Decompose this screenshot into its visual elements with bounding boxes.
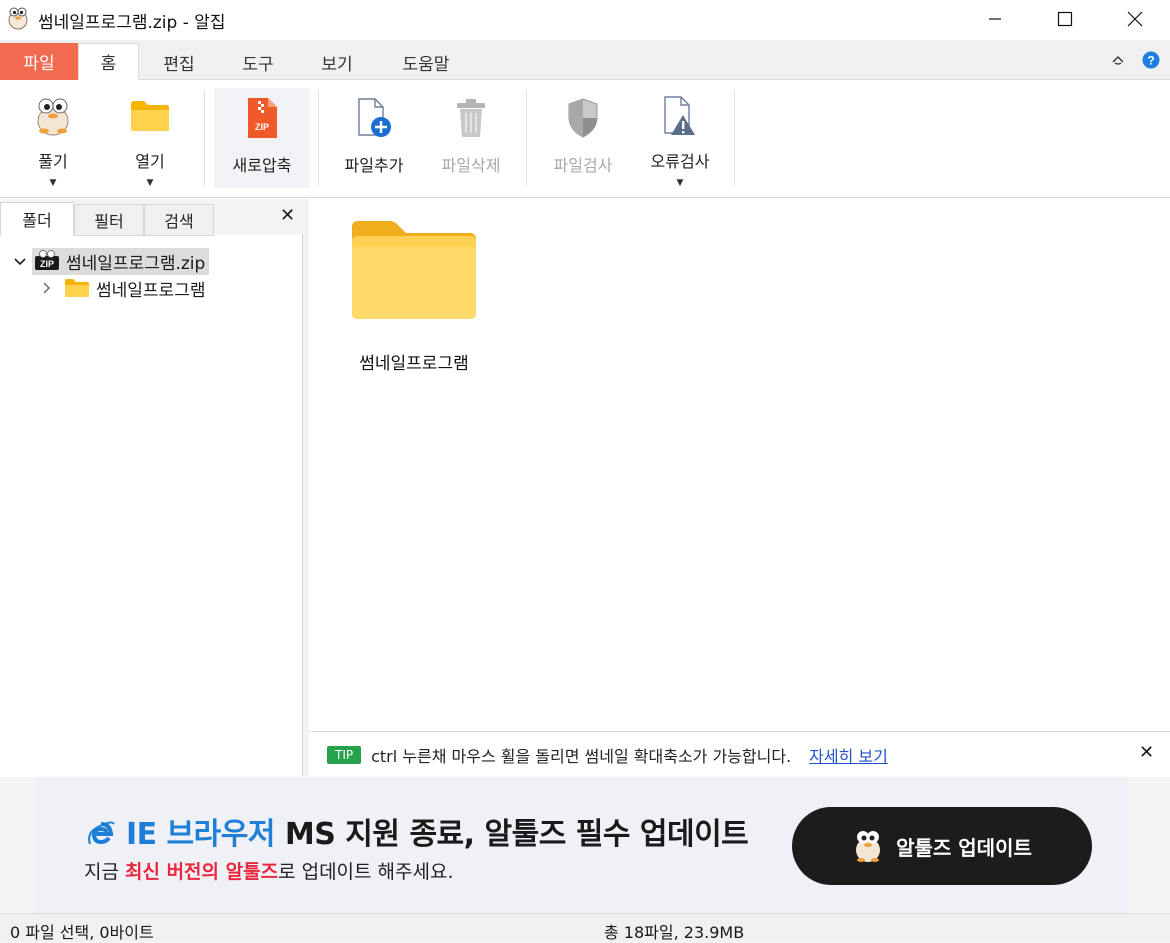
- ad-headline-blue: IE 브라우저: [125, 817, 276, 852]
- close-window-button[interactable]: [1100, 0, 1170, 38]
- chevron-right-icon[interactable]: [40, 280, 54, 296]
- open-button[interactable]: 열기 ▼: [104, 88, 196, 188]
- new-compress-label: 새로압축: [232, 156, 292, 175]
- tree-folder-label: 썸네일프로그램: [96, 280, 206, 301]
- close-tip-icon[interactable]: ✕: [1139, 742, 1154, 763]
- ad-headline: IE 브라우저 MS 지원 종료, 알툴즈 필수 업데이트: [86, 809, 749, 853]
- ad-banner[interactable]: IE 브라우저 MS 지원 종료, 알툴즈 필수 업데이트 지금 최신 버전의 …: [36, 777, 1128, 913]
- ad-area: IE 브라우저 MS 지원 종료, 알툴즈 필수 업데이트 지금 최신 버전의 …: [0, 777, 1170, 913]
- maximize-button[interactable]: [1030, 0, 1100, 38]
- warning-file-icon: [664, 96, 695, 135]
- alzip-mascot-icon: [8, 7, 28, 30]
- maximize-icon: [1057, 11, 1073, 27]
- update-button[interactable]: 알툴즈 업데이트: [792, 807, 1092, 885]
- ad-subline: 지금 최신 버전의 알툴즈로 업데이트 해주세요.: [84, 857, 454, 884]
- extract-label: 풀기: [38, 152, 68, 171]
- shield-icon: [568, 98, 598, 138]
- tree-node-root[interactable]: ZIP 썸네일프로그램.zip: [12, 247, 210, 275]
- ribbon-tab-bar: 파일 홈 편집 도구 보기 도움말 ?: [0, 40, 1170, 80]
- tab-home[interactable]: 홈: [78, 43, 139, 80]
- update-button-label: 알툴즈 업데이트: [896, 835, 1032, 860]
- error-check-label: 오류검사: [650, 152, 710, 171]
- tip-bar: TIP ctrl 누른채 마우스 휠을 돌리면 썸네일 확대축소가 가능합니다.…: [309, 731, 1170, 777]
- scan-file-button[interactable]: 파일검사: [536, 88, 630, 188]
- selection-status: 0 파일 선택, 0바이트: [10, 923, 154, 942]
- status-bar: 0 파일 선택, 0바이트 총 18파일, 23.9MB: [0, 913, 1170, 942]
- file-view: 썸네일프로그램: [309, 199, 1170, 731]
- ie-logo-icon: [88, 821, 115, 845]
- trash-icon: [457, 99, 485, 137]
- separator: [526, 90, 527, 186]
- tree-node-folder[interactable]: 썸네일프로그램: [40, 275, 205, 301]
- ad-subline-b: 로 업데이트 해주세요.: [278, 861, 454, 883]
- error-check-button[interactable]: 오류검사 ▼: [634, 88, 726, 188]
- dropdown-arrow-icon[interactable]: ▼: [677, 178, 684, 188]
- delete-file-button[interactable]: 파일삭제: [424, 88, 518, 188]
- separator: [734, 90, 735, 186]
- title-bar: 썸네일프로그램.zip - 알집: [0, 0, 1170, 40]
- scan-file-label: 파일검사: [553, 156, 613, 175]
- new-compress-button[interactable]: ZIP 새로압축: [214, 88, 310, 188]
- help-icon[interactable]: ?: [1142, 51, 1160, 69]
- folder-icon: [65, 279, 89, 297]
- close-panel-icon[interactable]: ✕: [280, 205, 295, 226]
- folder-icon: [131, 101, 169, 131]
- file-item-folder[interactable]: 썸네일프로그램: [339, 217, 489, 374]
- add-file-label: 파일추가: [344, 156, 404, 175]
- zip-file-icon: ZIP: [248, 98, 277, 138]
- tab-view[interactable]: 보기: [297, 44, 377, 80]
- svg-text:?: ?: [1147, 54, 1154, 68]
- extract-button[interactable]: 풀기 ▼: [8, 88, 98, 188]
- tab-edit[interactable]: 편집: [139, 44, 219, 80]
- tab-tools[interactable]: 도구: [219, 44, 297, 80]
- tab-filter[interactable]: 필터: [74, 204, 144, 236]
- archive-summary: 총 18파일, 23.9MB: [604, 923, 745, 942]
- tree-root-label: 썸네일프로그램.zip: [66, 253, 206, 274]
- file-item-name: 썸네일프로그램: [359, 354, 469, 374]
- panel-tabs: 폴더 필터 검색 ✕: [0, 199, 303, 236]
- svg-text:ZIP: ZIP: [255, 122, 269, 132]
- separator: [318, 90, 319, 186]
- ribbon-toolbar: 풀기 ▼ 열기 ▼ ZIP 새로압축 파일추가 파일삭제 파일검사 오류검사 ▼: [0, 80, 1170, 198]
- folder-panel: 폴더 필터 검색 ✕ ZIP 썸네일프로그램.zip 썸네일프로그램: [0, 199, 303, 776]
- tab-search[interactable]: 검색: [144, 204, 214, 236]
- app-window: 썸네일프로그램.zip - 알집 파일 홈 편집 도구 보기 도움말 ? 풀기 …: [0, 0, 1170, 942]
- close-icon: [1127, 11, 1143, 27]
- separator: [204, 90, 205, 186]
- tip-text: ctrl 누른채 마우스 휠을 돌리면 썸네일 확대축소가 가능합니다.: [371, 746, 792, 766]
- svg-text:ZIP: ZIP: [40, 259, 54, 269]
- tab-folder[interactable]: 폴더: [0, 202, 74, 236]
- ad-subline-highlight: 최신 버전의 알툴즈: [125, 861, 279, 883]
- add-file-button[interactable]: 파일추가: [328, 88, 420, 188]
- collapse-ribbon-icon[interactable]: [1110, 52, 1126, 68]
- tab-help[interactable]: 도움말: [377, 44, 475, 80]
- chevron-down-icon[interactable]: [12, 253, 28, 269]
- folder-icon: [352, 221, 476, 319]
- delete-file-label: 파일삭제: [441, 156, 501, 175]
- ad-subline-a: 지금: [84, 861, 125, 883]
- window-title: 썸네일프로그램.zip - 알집: [38, 13, 226, 33]
- minimize-button[interactable]: [960, 0, 1030, 38]
- tip-badge: TIP: [327, 745, 362, 764]
- alzip-mascot-icon: [37, 98, 69, 136]
- alzip-mascot-icon: [856, 831, 881, 862]
- dropdown-arrow-icon[interactable]: ▼: [50, 178, 57, 188]
- ad-headline-dark: MS 지원 종료, 알툴즈 필수 업데이트: [284, 817, 749, 852]
- tip-more-link[interactable]: 자세히 보기: [809, 743, 888, 767]
- minimize-icon: [989, 18, 1001, 20]
- open-label: 열기: [135, 152, 165, 171]
- add-file-icon: [358, 98, 391, 137]
- dropdown-arrow-icon[interactable]: ▼: [147, 178, 154, 188]
- tab-file[interactable]: 파일: [0, 43, 78, 80]
- zip-archive-icon: ZIP: [35, 250, 59, 270]
